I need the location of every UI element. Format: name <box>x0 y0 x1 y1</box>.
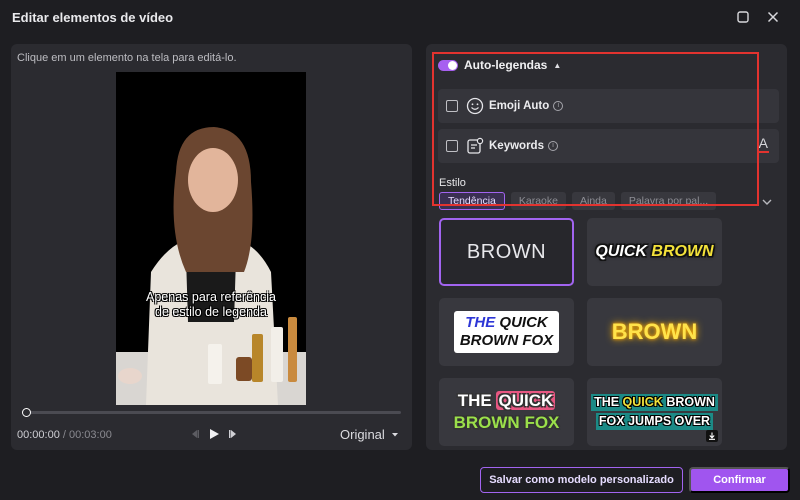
preset-line: FOX JUMPS OVER <box>595 413 714 430</box>
auto-captions-header: Auto-legendas ▲ <box>438 58 561 72</box>
preset-text: BROWN <box>611 319 698 344</box>
preset-text: THE QUICK BROWN FOX JUMPS OVER <box>591 393 718 431</box>
caption-preview[interactable]: Apenas para referência de estilo de lege… <box>116 290 306 320</box>
close-icon[interactable] <box>764 8 782 26</box>
next-frame-icon[interactable] <box>225 426 241 442</box>
preset-text: BROWN <box>466 240 547 263</box>
style-preset-1[interactable]: BROWN <box>439 218 574 286</box>
style-tabs: Tendência Karaoke Ainda Palavra por pal.… <box>439 192 717 210</box>
caption-line-1: Apenas para referência <box>146 290 276 304</box>
previous-frame-icon[interactable] <box>187 426 203 442</box>
preset-word: QUICK <box>595 243 647 260</box>
video-frame <box>116 72 306 405</box>
download-icon[interactable] <box>706 430 718 442</box>
video-preview[interactable]: Apenas para referência de estilo de lege… <box>116 72 306 405</box>
tab-ainda[interactable]: Ainda <box>571 192 615 210</box>
auto-captions-toggle[interactable] <box>438 59 458 71</box>
style-preset-3[interactable]: THE QUICK BROWN FOX <box>439 298 574 366</box>
save-as-template-button[interactable]: Salvar como modelo personalizado <box>480 467 683 493</box>
preset-word: FOX <box>524 413 560 432</box>
preset-word: THE <box>457 391 492 410</box>
current-time: 00:00:00 <box>17 429 60 441</box>
preset-text: QUICK BROWN <box>595 243 713 261</box>
emoji-auto-checkbox[interactable] <box>446 100 458 112</box>
style-preset-2[interactable]: QUICK BROWN <box>587 218 722 286</box>
preset-word: BROWN <box>453 413 520 432</box>
timeline-scrubber[interactable] <box>22 408 401 417</box>
style-preset-6[interactable]: THE QUICK BROWN FOX JUMPS OVER <box>587 378 722 446</box>
chevron-down-icon[interactable] <box>759 194 775 210</box>
collapse-caret-icon[interactable]: ▲ <box>553 61 561 70</box>
style-preset-4[interactable]: BROWN <box>587 298 722 366</box>
auto-captions-label: Auto-legendas <box>464 58 548 72</box>
option-row-emoji-auto: Emoji Auto i <box>438 89 779 123</box>
preset-word-highlight: QUICK <box>496 391 556 410</box>
font-color-icon[interactable]: A <box>757 136 769 153</box>
emoji-icon <box>466 97 484 115</box>
preset-line: BROWN FOX <box>459 332 554 349</box>
preset-text: THE QUICK BROWN FOX <box>453 390 560 434</box>
timecode: 00:00:00 / 00:03:00 <box>17 429 112 441</box>
preset-word-highlight: BROWN <box>651 243 714 260</box>
window-title: Editar elementos de vídeo <box>12 10 174 25</box>
total-time: 00:03:00 <box>69 429 112 441</box>
preset-word-highlight: THE <box>465 314 496 331</box>
tab-tendencia[interactable]: Tendência <box>439 192 505 210</box>
info-icon[interactable]: i <box>547 141 558 151</box>
preset-word: THE <box>594 395 620 409</box>
keywords-label: Keywords <box>489 140 544 152</box>
play-icon[interactable] <box>206 426 222 442</box>
option-row-keywords: Keywords i A <box>438 129 779 163</box>
preset-text: THE QUICK BROWN FOX <box>453 311 560 353</box>
aspect-ratio-label: Original <box>340 427 385 442</box>
caption-settings-panel: Auto-legendas ▲ Emoji Auto i Keywords i … <box>426 44 787 450</box>
preset-word-highlight: QUICK <box>622 395 663 409</box>
preview-hint: Clique em um elemento na tela para editá… <box>17 52 237 64</box>
preset-word: BROWN <box>666 395 715 409</box>
playhead-handle[interactable] <box>22 408 31 417</box>
maximize-icon[interactable] <box>734 8 752 26</box>
keywords-checkbox[interactable] <box>446 140 458 152</box>
caption-line-2: de estilo de legenda <box>155 305 267 319</box>
info-icon[interactable]: i <box>553 101 564 111</box>
preview-panel: Clique em um elemento na tela para editá… <box>11 44 412 450</box>
style-section-label: Estilo <box>439 177 466 189</box>
keywords-icon <box>466 137 484 155</box>
aspect-ratio-dropdown[interactable]: Original <box>340 427 399 442</box>
tab-palavra-por-palavra[interactable]: Palavra por pal... <box>620 192 717 210</box>
title-bar: Editar elementos de vídeo <box>0 0 800 34</box>
preset-word: QUICK <box>499 314 548 331</box>
chevron-down-icon <box>391 432 398 436</box>
confirm-button[interactable]: Confirmar <box>689 467 790 493</box>
emoji-auto-label: Emoji Auto <box>489 100 550 112</box>
time-separator: / <box>59 429 69 441</box>
style-preset-5[interactable]: THE QUICK BROWN FOX <box>439 378 574 446</box>
tab-karaoke[interactable]: Karaoke <box>510 192 566 210</box>
